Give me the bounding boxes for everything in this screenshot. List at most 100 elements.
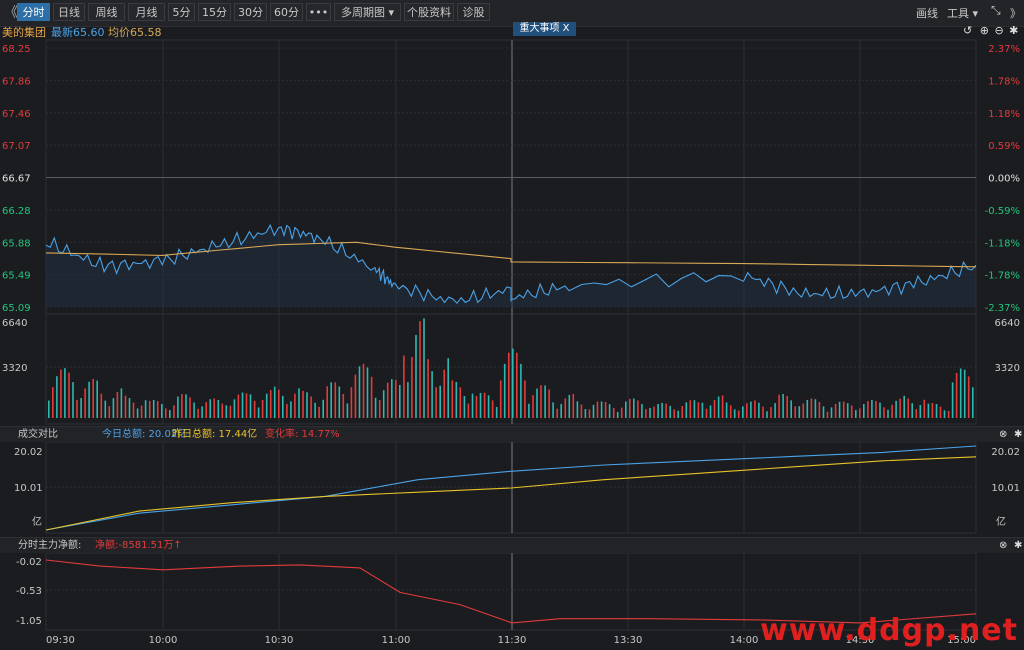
volume-bar xyxy=(294,393,296,418)
volume-bar xyxy=(762,406,764,418)
volume-bar xyxy=(104,400,107,418)
volume-bar xyxy=(257,407,260,418)
volume-bar xyxy=(899,398,901,418)
volume-bar xyxy=(225,405,228,418)
volume-bar xyxy=(770,407,772,418)
volume-bar xyxy=(520,363,522,418)
volume-bar xyxy=(883,407,885,418)
volume-bar xyxy=(447,358,449,418)
volume-bar xyxy=(52,387,54,418)
volume-bar xyxy=(951,382,954,418)
volume-bar xyxy=(649,407,651,418)
volume-bar xyxy=(455,381,458,418)
settings-icon[interactable]: ✱ xyxy=(1014,538,1022,553)
price-tick-left: 65.09 xyxy=(2,303,31,314)
time-tick: 10:00 xyxy=(149,635,178,646)
volume-bar xyxy=(475,396,478,418)
volume-bar xyxy=(358,366,361,418)
volume-bar xyxy=(556,408,558,418)
volume-bar xyxy=(665,403,667,418)
volume-tick-right: 3320 xyxy=(995,363,1020,374)
volume-bar xyxy=(346,403,349,418)
settings-icon[interactable]: ✱ xyxy=(1014,427,1022,442)
volume-bar xyxy=(419,321,421,418)
volume-bar xyxy=(871,399,873,418)
volume-bar xyxy=(326,386,328,418)
volume-bar xyxy=(378,400,381,418)
volume-bar xyxy=(100,393,103,418)
volume-bar xyxy=(713,400,716,418)
price-tick-left: 66.28 xyxy=(2,206,31,217)
price-tick-left: 67.86 xyxy=(2,76,31,87)
volume-bar xyxy=(386,382,389,418)
volume-bar xyxy=(855,410,857,418)
turnover-title: 成交对比 xyxy=(18,429,58,440)
volume-bar xyxy=(612,407,615,418)
volume-bar xyxy=(508,352,510,418)
volume-bar xyxy=(596,401,599,418)
volume-bar xyxy=(342,394,345,418)
volume-bar xyxy=(955,373,958,418)
volume-tick-right: 6640 xyxy=(995,318,1020,329)
volume-bar xyxy=(185,394,187,418)
close-icon[interactable]: ⊗ xyxy=(999,427,1007,442)
volume-bar xyxy=(459,387,462,418)
volume-bar xyxy=(826,411,829,418)
volume-bar xyxy=(931,403,934,418)
volume-bar xyxy=(620,407,623,418)
volume-bar xyxy=(608,404,611,418)
volume-bar xyxy=(846,403,849,418)
volume-bar xyxy=(891,404,893,418)
volume-bar xyxy=(241,392,244,418)
volume-bar xyxy=(197,408,199,418)
volume-bar xyxy=(302,390,304,418)
volume-bar xyxy=(237,394,240,418)
volume-bar xyxy=(568,394,571,418)
volume-bar xyxy=(362,363,365,418)
volume-bar xyxy=(584,409,587,418)
volume-bar xyxy=(310,396,312,418)
volume-bar xyxy=(717,396,720,418)
volume-bar xyxy=(588,409,591,418)
volume-bar xyxy=(152,399,155,418)
volume-bar xyxy=(451,380,454,418)
volume-bar xyxy=(693,400,696,418)
volume-bar xyxy=(794,406,796,418)
volume-tick-left: 6640 xyxy=(2,318,27,329)
volume-bar xyxy=(572,393,575,418)
volume-bar xyxy=(754,400,756,418)
volume-bar xyxy=(181,394,183,418)
volume-bar xyxy=(685,402,688,418)
volume-bar xyxy=(298,388,300,418)
volume-bar xyxy=(407,382,409,418)
volume-bar xyxy=(544,385,546,418)
volume-bar xyxy=(552,402,554,418)
volume-bar xyxy=(370,376,373,418)
volume-bar xyxy=(503,363,506,418)
volume-bar xyxy=(273,386,276,418)
volume-bar xyxy=(314,402,316,418)
flow-panel-header: 分时主力净额: 净额:-8581.51万↑ ⊗ ✱ xyxy=(0,537,1024,553)
flow-title: 分时主力净额: xyxy=(18,540,82,551)
volume-bar xyxy=(374,397,377,418)
volume-bar xyxy=(875,400,877,418)
volume-bar xyxy=(439,385,441,418)
volume-bar xyxy=(229,405,232,418)
volume-bar xyxy=(524,380,526,418)
volume-bar xyxy=(600,401,603,418)
turnover-unit-left: 亿 xyxy=(32,515,42,528)
volume-bar xyxy=(80,398,82,418)
volume-bar xyxy=(786,396,788,418)
price-tick-left: 65.49 xyxy=(2,271,31,282)
volume-bar xyxy=(148,400,151,418)
volume-bar xyxy=(140,405,143,418)
volume-bar xyxy=(290,401,292,418)
turnover-tick-right: 10.01 xyxy=(991,483,1020,494)
volume-bar xyxy=(221,403,224,418)
volume-bar xyxy=(278,389,280,418)
close-icon[interactable]: ⊗ xyxy=(999,538,1007,553)
volume-bar xyxy=(887,409,889,418)
turnover-unit-right: 亿 xyxy=(996,515,1006,528)
volume-bar xyxy=(689,400,692,418)
time-tick: 11:00 xyxy=(382,635,411,646)
